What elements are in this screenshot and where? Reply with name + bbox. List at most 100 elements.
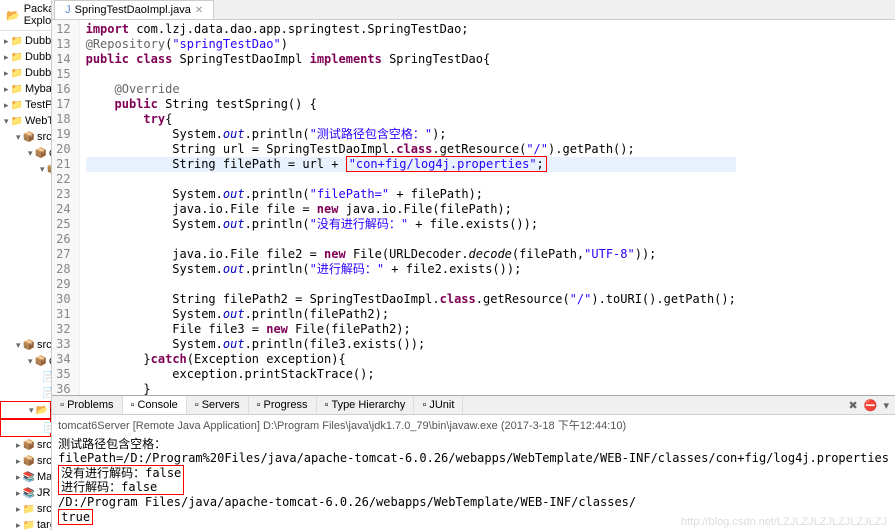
expand-arrow-icon[interactable]: ▸ (16, 504, 21, 515)
code-area[interactable]: import com.lzj.data.dao.app.springtest.S… (80, 20, 742, 395)
tab-icon: ▫ (131, 399, 135, 411)
tree-node-label: JRE System Library (37, 487, 52, 499)
tab-label: JUnit (429, 399, 454, 411)
tab-label: Problems (67, 399, 113, 411)
tree-item[interactable]: ▸📁src (0, 501, 51, 517)
tree-item[interactable]: 📄log4j.properties (0, 419, 51, 437)
tree-item[interactable]: JSpringTestDao.java (0, 241, 52, 257)
console-run-header: tomcat6Server [Remote Java Application] … (52, 415, 895, 435)
tree-item[interactable]: ▾📦data (0, 177, 52, 193)
code-editor[interactable]: 1213141516171819202122232425262728293031… (52, 20, 895, 395)
tree-item[interactable]: ▾📦src/main/resources (0, 337, 51, 353)
tree-node-icon: 📁 (11, 50, 23, 64)
tree-node-icon: 📚 (23, 470, 35, 484)
expand-arrow-icon[interactable]: ▸ (16, 472, 21, 483)
tree-item[interactable]: ▸📁Dubbo-Interface (0, 49, 51, 65)
tab-label: Servers (202, 399, 240, 411)
tree-item[interactable]: ▸📁Dubbo-Provider (0, 65, 51, 81)
bottom-panel: ▫Problems▫Console▫Servers▫Progress▫Type … (52, 395, 895, 530)
tab-icon: ▫ (325, 399, 329, 411)
expand-arrow-icon[interactable]: ▸ (4, 68, 9, 79)
editor-tab-active[interactable]: J SpringTestDaoImpl.java ✕ (54, 0, 214, 19)
editor-tabs: J SpringTestDaoImpl.java ✕ (52, 0, 895, 20)
tree-node-icon: 📂 (36, 403, 48, 417)
tree-node-label: TestProject (25, 99, 52, 111)
expand-arrow-icon[interactable]: ▾ (29, 405, 34, 416)
console-action-icon[interactable]: ▾ (883, 399, 889, 412)
console-action-icon[interactable]: ✖ (849, 399, 858, 412)
tree-item[interactable]: ▸📁Mybatis (0, 81, 51, 97)
console-tab-junit[interactable]: ▫JUnit (414, 396, 463, 414)
tree-item[interactable]: ▾📦lzj (0, 161, 51, 177)
close-icon[interactable]: ✕ (195, 5, 203, 16)
tree-node-label: src/test/resources (37, 455, 52, 467)
tree-node-icon: 📁 (23, 502, 35, 516)
tree-item[interactable]: ▸📁Dubbo-Consumer (0, 33, 51, 49)
tree-item[interactable]: 📄log4j.properties (0, 385, 51, 401)
expand-arrow-icon[interactable]: ▸ (16, 520, 21, 530)
tree-node-icon: 📦 (35, 354, 47, 368)
expand-arrow-icon[interactable]: ▾ (40, 164, 45, 175)
expand-arrow-icon[interactable]: ▸ (16, 440, 21, 451)
tree-node-label: Dubbo-Interface (25, 51, 52, 63)
tree-node-icon: 📄 (42, 386, 52, 400)
tree-item[interactable]: ▸📚Maven Dependencies (0, 469, 51, 485)
tree-item[interactable]: ▾📂con+fig (0, 401, 51, 419)
project-tree[interactable]: ▸📁Dubbo-Consumer▸📁Dubbo-Interface▸📁Dubbo… (0, 31, 51, 530)
tree-node-icon: 📦 (23, 130, 35, 144)
tree-item[interactable]: ▾📦src/main/java (0, 129, 51, 145)
tree-node-label: src/main/resources (37, 339, 52, 351)
console-tab-problems[interactable]: ▫Problems (52, 396, 122, 414)
expand-arrow-icon[interactable]: ▸ (16, 456, 21, 467)
tree-node-icon: 📦 (23, 338, 35, 352)
tree-node-label: WebTemplate (25, 115, 52, 127)
tree-item[interactable]: ▾📦config (0, 353, 51, 369)
tree-node-label: src (37, 503, 52, 515)
tree-item[interactable]: ▸📁target (0, 517, 51, 530)
expand-arrow-icon[interactable]: ▸ (4, 84, 9, 95)
tree-item[interactable]: ▸📁TestProject (0, 97, 51, 113)
expand-arrow-icon[interactable]: ▸ (4, 100, 9, 111)
tree-node-icon: 📁 (11, 98, 23, 112)
expand-arrow-icon[interactable]: ▾ (16, 132, 21, 143)
tree-item[interactable]: ▾📦impl (0, 209, 52, 225)
tree-item[interactable]: ▸📦entries (0, 257, 52, 273)
expand-arrow-icon[interactable]: ▸ (4, 52, 9, 63)
tab-label: Type Hierarchy (331, 399, 405, 411)
console-tab-type-hierarchy[interactable]: ▫Type Hierarchy (317, 396, 415, 414)
expand-arrow-icon[interactable]: ▾ (16, 340, 21, 351)
tree-node-label: src/test/java (37, 439, 52, 451)
tree-node-label: Mybatis (25, 83, 52, 95)
tree-item[interactable]: ▾📦com (0, 145, 51, 161)
tree-node-label: Dubbo-Consumer (25, 35, 52, 47)
tree-item[interactable]: ▸📦view.action (0, 289, 52, 305)
console-tab-servers[interactable]: ▫Servers (187, 396, 249, 414)
tree-item[interactable]: ▸📚JRE System Library [jdk1.7.0_79] (0, 485, 51, 501)
tree-item[interactable]: ▾📦dao.app.springtest (0, 193, 52, 209)
tree-node-icon: 📦 (35, 146, 47, 160)
tree-item[interactable]: ▾📁WebTemplate (0, 113, 51, 129)
console-tab-progress[interactable]: ▫Progress (249, 396, 317, 414)
expand-arrow-icon[interactable]: ▾ (28, 148, 33, 159)
expand-arrow-icon[interactable]: ▾ (28, 356, 33, 367)
expand-arrow-icon[interactable]: ▸ (16, 488, 21, 499)
tree-node-icon: 📁 (11, 66, 23, 80)
tree-item[interactable]: ▸📦pub.servlet (0, 305, 52, 321)
tree-item[interactable]: 📄applicationContext.xml (0, 369, 51, 385)
expand-arrow-icon[interactable]: ▾ (4, 116, 9, 127)
tree-item[interactable]: JSpringTestDaoIm (0, 225, 52, 241)
package-explorer-panel: 📂 Package Explorer ⋮ ▸📁Dubbo-Consumer▸📁D… (0, 0, 52, 530)
editor-tab-label: SpringTestDaoImpl.java (75, 4, 191, 16)
tree-item[interactable]: ▸📦utils (0, 321, 52, 337)
tree-node-icon: 📄 (43, 421, 52, 435)
console-action-icon[interactable]: ⛔ (864, 399, 878, 412)
tree-node-label: Maven Dependencies (37, 471, 52, 483)
tree-node-label: Dubbo-Provider (25, 67, 52, 79)
tree-item[interactable]: ▸📦src/test/resources (0, 453, 51, 469)
console-tab-console[interactable]: ▫Console (123, 396, 187, 414)
tree-item[interactable]: ▸📦model.service.app.spring (0, 273, 52, 289)
package-explorer-title: Package Explorer (24, 3, 52, 27)
tree-item[interactable]: ▸📦src/test/java (0, 437, 51, 453)
expand-arrow-icon[interactable]: ▸ (4, 36, 9, 47)
tree-node-icon: 📦 (23, 438, 35, 452)
